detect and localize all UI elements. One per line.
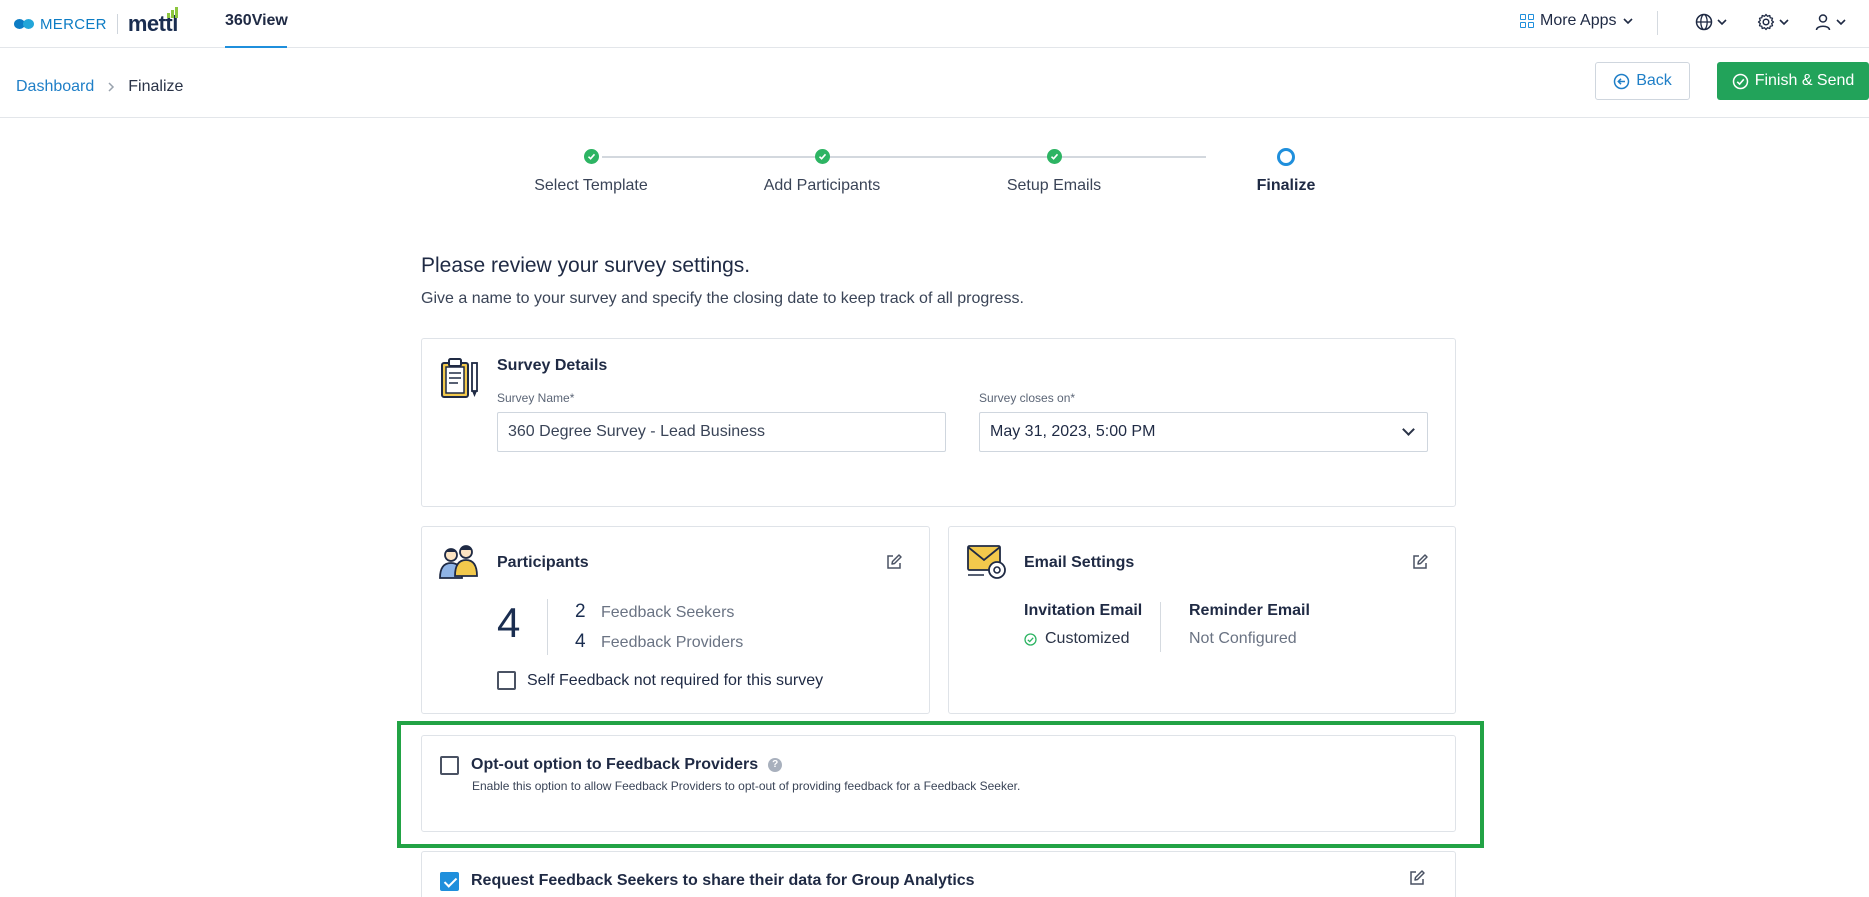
survey-details-card: Survey Details Survey Name* 360 Degree S… (421, 338, 1456, 507)
step-complete-icon (1046, 149, 1062, 164)
step-label: Finalize (1256, 177, 1316, 194)
more-apps-label: More Apps (1540, 12, 1617, 29)
chevron-right-icon (108, 82, 115, 92)
step-label: Add Participants (763, 177, 881, 194)
step-complete-icon (583, 149, 599, 164)
check-circle-icon (1732, 73, 1748, 89)
breadcrumb: Dashboard Finalize (16, 78, 183, 96)
step-setup-emails: Setup Emails (964, 148, 1144, 195)
invitation-email-label: Invitation Email (1024, 602, 1143, 619)
nav-divider (1657, 11, 1658, 35)
opt-out-card: Opt-out option to Feedback Providers ? E… (421, 735, 1456, 832)
language-menu[interactable] (1694, 12, 1728, 32)
mercer-logo: MERCER (14, 16, 107, 33)
feedback-seekers-row: 2 Feedback Seekers (575, 601, 734, 623)
feedback-providers-count: 4 (575, 631, 586, 652)
mercer-wordmark: MERCER (40, 15, 107, 33)
self-feedback-checkbox[interactable] (497, 671, 516, 690)
group-analytics-card: Request Feedback Seekers to share their … (421, 851, 1456, 897)
globe-icon (1695, 13, 1713, 31)
participants-title: Participants (497, 554, 589, 571)
survey-name-input[interactable]: 360 Degree Survey - Lead Business (497, 412, 946, 452)
chevron-down-icon (1836, 19, 1846, 26)
more-apps-menu[interactable]: More Apps (1520, 12, 1634, 30)
survey-closes-select[interactable]: May 31, 2023, 5:00 PM (979, 412, 1428, 452)
mettl-bars-icon (166, 7, 178, 18)
logo-divider (116, 14, 118, 34)
check-circle-icon (1024, 632, 1037, 646)
breadcrumb-current: Finalize (128, 78, 184, 95)
survey-name-label: Survey Name* (497, 391, 575, 405)
chevron-down-icon (1717, 19, 1727, 26)
page-title: Please review your survey settings. (421, 254, 751, 277)
brand-logo[interactable]: MERCER mettl (14, 7, 178, 38)
step-add-participants: Add Participants (732, 148, 912, 195)
step-label: Setup Emails (1006, 177, 1102, 194)
group-analytics-checkbox[interactable] (440, 872, 459, 891)
clipboard-icon (441, 358, 478, 398)
opt-out-description: Enable this option to allow Feedback Pro… (472, 779, 1021, 793)
survey-details-title: Survey Details (497, 357, 608, 374)
top-navbar: MERCER mettl 360View More Apps (0, 0, 1869, 48)
survey-closes-label: Survey closes on* (979, 391, 1076, 405)
reminder-email-label: Reminder Email (1189, 602, 1310, 619)
feedback-seekers-count: 2 (575, 601, 586, 622)
tab-360view[interactable]: 360View (225, 0, 288, 48)
help-icon[interactable]: ? (768, 758, 783, 772)
opt-out-title-row: Opt-out option to Feedback Providers ? (471, 756, 783, 774)
finish-send-button[interactable]: Finish & Send (1717, 62, 1869, 100)
step-current-icon (1277, 148, 1295, 166)
mettl-logo: mettl (128, 7, 178, 37)
edit-email-settings-icon[interactable] (1411, 553, 1429, 571)
apps-grid-icon (1520, 14, 1534, 28)
edit-group-analytics-icon[interactable] (1408, 869, 1426, 887)
gear-icon (1757, 13, 1775, 31)
participants-card: Participants 4 2 Feedback Seekers 4 Feed… (421, 526, 930, 714)
participants-divider (547, 599, 548, 655)
back-button-label: Back (1636, 72, 1672, 89)
self-feedback-label: Self Feedback not required for this surv… (527, 672, 824, 689)
participants-icon (439, 545, 478, 579)
back-button[interactable]: Back (1595, 62, 1690, 100)
step-complete-icon (814, 149, 830, 164)
settings-menu[interactable] (1756, 12, 1790, 32)
email-settings-icon (967, 545, 1006, 579)
user-menu[interactable] (1813, 12, 1847, 32)
mercer-mark-icon (14, 19, 36, 29)
invitation-email-status: Customized (1024, 630, 1129, 648)
reminder-email-value: Not Configured (1189, 630, 1297, 647)
opt-out-checkbox[interactable] (440, 756, 459, 775)
invitation-email-value: Customized (1045, 630, 1130, 647)
chevron-down-icon (1623, 18, 1634, 25)
edit-participants-icon[interactable] (885, 553, 903, 571)
email-divider (1160, 602, 1161, 652)
survey-closes-value: May 31, 2023, 5:00 PM (990, 423, 1156, 440)
finish-send-label: Finish & Send (1754, 72, 1855, 89)
step-select-template: Select Template (501, 148, 681, 195)
participants-total: 4 (497, 599, 521, 646)
group-analytics-title: Request Feedback Seekers to share their … (471, 872, 975, 889)
feedback-seekers-label: Feedback Seekers (601, 604, 735, 621)
email-settings-title: Email Settings (1024, 554, 1135, 571)
feedback-providers-label: Feedback Providers (601, 634, 744, 651)
back-arrow-icon (1613, 73, 1630, 89)
chevron-down-icon (1402, 423, 1415, 436)
user-icon (1815, 14, 1831, 31)
email-settings-card: Email Settings Invitation Email Customiz… (948, 526, 1456, 714)
progress-stepper: Select Template Add Participants Setup E… (530, 148, 1315, 208)
page-subtitle: Give a name to your survey and specify t… (421, 290, 1024, 307)
feedback-providers-row: 4 Feedback Providers (575, 631, 743, 653)
step-label: Select Template (534, 177, 648, 194)
step-finalize: Finalize (1196, 148, 1376, 195)
breadcrumb-dashboard-link[interactable]: Dashboard (16, 78, 94, 96)
opt-out-title: Opt-out option to Feedback Providers (471, 756, 759, 773)
chevron-down-icon (1779, 19, 1789, 26)
page-header-bar: Dashboard Finalize (0, 48, 1869, 118)
